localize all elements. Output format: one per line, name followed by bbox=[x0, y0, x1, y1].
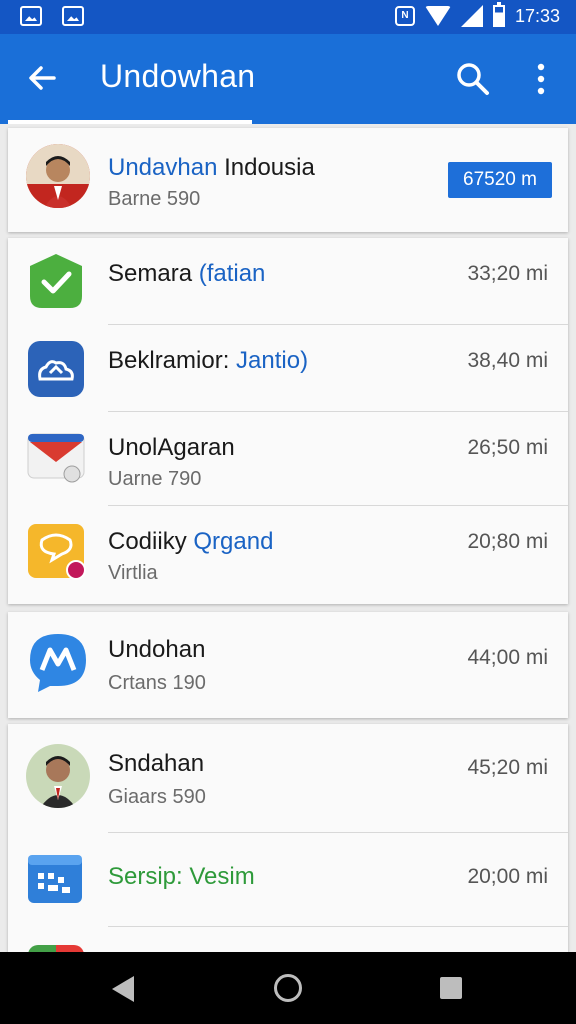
list-card: Sndahan Giaars 590 45;20 mi Sersip: Vesi… bbox=[8, 724, 568, 956]
item-subtitle: Crtans 190 bbox=[108, 672, 206, 694]
photo-notification-icon bbox=[62, 6, 84, 26]
item-time: 33;20 mi bbox=[467, 262, 548, 285]
item-time: 38,40 mi bbox=[467, 349, 548, 372]
distance-badge[interactable]: 67520 m bbox=[448, 162, 552, 198]
item-title: Undohan bbox=[108, 636, 206, 663]
item-time: 44;00 mi bbox=[467, 646, 548, 669]
calendar-icon bbox=[28, 855, 82, 903]
battery-icon bbox=[492, 2, 505, 27]
gallery-notification-icon bbox=[20, 6, 42, 26]
chat-folder-icon bbox=[28, 524, 86, 580]
system-nav-bar bbox=[0, 952, 576, 1024]
check-shield-icon bbox=[30, 254, 82, 308]
page-title: Undowhan bbox=[100, 58, 256, 94]
item-title: Codiiky Qrgand bbox=[108, 528, 274, 555]
header-title: Undavhan Indousia bbox=[108, 154, 315, 181]
app-bar: Undowhan bbox=[0, 34, 576, 124]
header-subtitle: Barne 590 bbox=[108, 188, 201, 210]
nav-recents-icon[interactable] bbox=[440, 977, 462, 999]
tab-indicator bbox=[8, 120, 252, 124]
list-card: Semara (fatian 33;20 mi Beklramior: Jant… bbox=[8, 238, 568, 604]
signal-icon bbox=[460, 5, 483, 27]
cloud-upload-icon bbox=[28, 341, 84, 397]
list-item[interactable]: Beklramior: Jantio) 38,40 mi bbox=[8, 325, 568, 411]
status-bar: N 17:33 bbox=[0, 0, 576, 34]
item-title: Sersip: Vesim bbox=[108, 863, 255, 890]
back-arrow-icon[interactable] bbox=[26, 62, 58, 94]
item-title: Sndahan bbox=[108, 750, 205, 777]
item-time: 26;50 mi bbox=[467, 436, 548, 459]
item-time: 45;20 mi bbox=[467, 756, 548, 779]
item-subtitle: Giaars 590 bbox=[108, 786, 206, 808]
item-title: Beklramior: Jantio) bbox=[108, 347, 309, 374]
mail-icon bbox=[27, 433, 85, 483]
item-title: Semara (fatian bbox=[108, 260, 266, 287]
person-avatar-icon bbox=[26, 744, 90, 808]
item-time: 20;00 mi bbox=[467, 865, 548, 888]
list-card: Undohan Crtans 190 44;00 mi bbox=[8, 612, 568, 718]
item-title: UnolAgaran bbox=[108, 434, 235, 461]
nav-back-icon[interactable] bbox=[112, 976, 134, 1002]
wifi-icon bbox=[424, 6, 451, 26]
avatar bbox=[26, 744, 90, 808]
list-item[interactable]: Codiiky Qrgand Virtlia 20;80 mi bbox=[8, 506, 568, 602]
list-item[interactable]: Undohan Crtans 190 44;00 mi bbox=[8, 612, 568, 718]
messenger-icon bbox=[30, 634, 86, 692]
item-subtitle: Virtlia bbox=[108, 562, 158, 584]
list-item[interactable]: UnolAgaran Uarne 790 26;50 mi bbox=[8, 412, 568, 506]
list-item[interactable]: Sndahan Giaars 590 45;20 mi bbox=[8, 724, 568, 832]
nav-home-icon[interactable] bbox=[274, 974, 302, 1002]
avatar bbox=[26, 144, 90, 208]
nfc-icon: N bbox=[394, 6, 415, 26]
list-item[interactable]: Semara (fatian 33;20 mi bbox=[8, 238, 568, 324]
search-icon[interactable] bbox=[456, 62, 490, 96]
header-card[interactable]: Undavhan Indousia Barne 590 67520 m bbox=[8, 128, 568, 232]
status-time: 17:33 bbox=[514, 5, 560, 26]
more-options-icon[interactable] bbox=[528, 62, 554, 96]
list-item[interactable]: Sersip: Vesim 20;00 mi bbox=[8, 833, 568, 925]
item-subtitle: Uarne 790 bbox=[108, 468, 202, 490]
item-time: 20;80 mi bbox=[467, 530, 548, 553]
person-avatar-icon bbox=[26, 144, 90, 208]
